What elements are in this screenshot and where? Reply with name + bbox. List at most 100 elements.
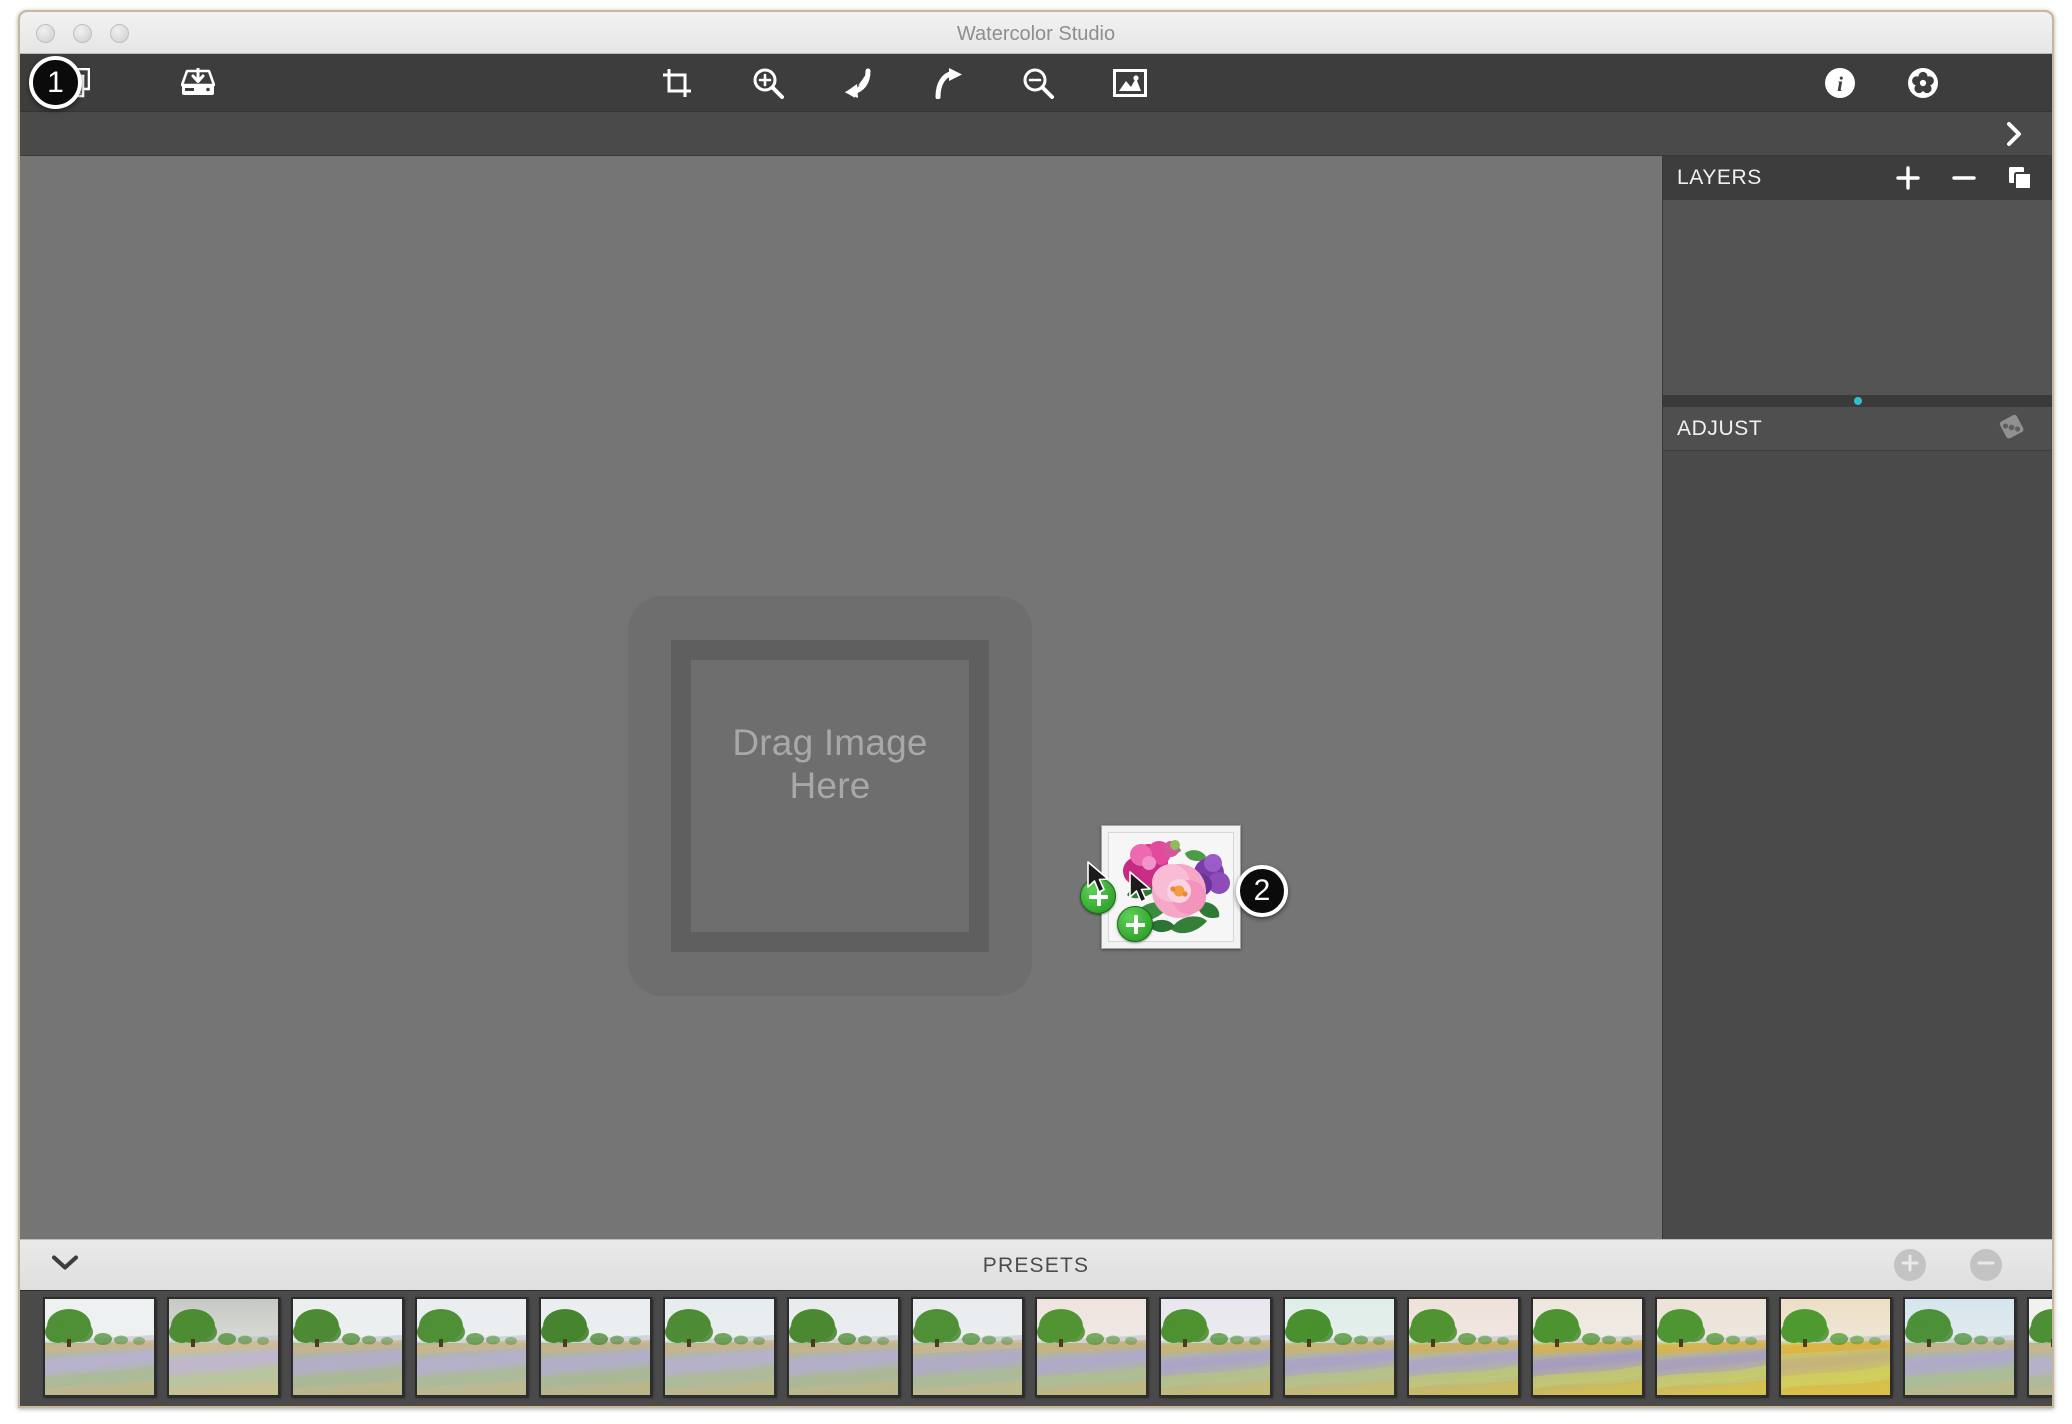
dragged-image-thumbnail[interactable] bbox=[1080, 825, 1241, 949]
preset-thumbnail[interactable] bbox=[167, 1297, 280, 1397]
drag-add-badge-secondary bbox=[1117, 906, 1153, 942]
layers-panel-header: LAYERS bbox=[1663, 156, 2052, 200]
preset-item[interactable]: 10 Color Wash bbox=[1030, 1297, 1153, 1406]
preset-item[interactable]: 06 Portrait Outline bbox=[534, 1297, 657, 1406]
presets-strip[interactable]: 02 Fluid Landscape03 Little Stormy04 Gre… bbox=[20, 1291, 2052, 1406]
presets-panel-header: PRESETS bbox=[20, 1239, 2052, 1291]
preset-thumbnail[interactable] bbox=[1407, 1297, 1520, 1397]
expand-panel-chevron-right-icon[interactable] bbox=[2002, 121, 2028, 147]
preset-label: 02 Fluid Landscape bbox=[38, 1403, 161, 1406]
preset-label: 17 Tropical Mist bbox=[1898, 1403, 2021, 1406]
presets-list: 02 Fluid Landscape03 Little Stormy04 Gre… bbox=[38, 1297, 2052, 1406]
zoom-out-button[interactable] bbox=[1015, 60, 1061, 106]
preset-thumbnail[interactable] bbox=[2027, 1297, 2052, 1397]
drop-zone[interactable]: Drag Image Here bbox=[628, 596, 1032, 996]
drop-zone-label: Drag Image Here bbox=[628, 722, 1032, 808]
fit-image-button[interactable] bbox=[1107, 60, 1153, 106]
preset-label: 16 Color Wash bbox=[1774, 1403, 1897, 1406]
remove-preset-button[interactable] bbox=[1970, 1249, 2002, 1281]
duplicate-layer-button[interactable] bbox=[2006, 164, 2034, 192]
layers-list[interactable] bbox=[1663, 200, 2052, 395]
preset-thumbnail[interactable] bbox=[663, 1297, 776, 1397]
workspace: Drag Image Here 2 LAYERS ADJUST bbox=[20, 156, 2052, 1239]
preset-label: 14 Color Wash bbox=[1526, 1403, 1649, 1406]
plus-icon bbox=[1896, 166, 1920, 190]
zoom-in-button[interactable] bbox=[745, 60, 791, 106]
preset-item[interactable]: 13 Color Wash bbox=[1402, 1297, 1525, 1406]
preset-item[interactable]: 16 Color Wash bbox=[1774, 1297, 1897, 1406]
crop-icon bbox=[662, 68, 692, 98]
preset-item[interactable]: 02 Fluid Landscape bbox=[38, 1297, 161, 1406]
save-image-button[interactable] bbox=[175, 60, 221, 106]
preset-thumbnail[interactable] bbox=[1655, 1297, 1768, 1397]
preset-thumbnail[interactable] bbox=[291, 1297, 404, 1397]
secondary-toolbar bbox=[20, 112, 2052, 156]
step-badge-2-label: 2 bbox=[1253, 874, 1271, 907]
preset-item[interactable]: 07 Liquid Vignette bbox=[658, 1297, 781, 1406]
preset-thumbnail[interactable] bbox=[1903, 1297, 2016, 1397]
step-badge-2: 2 bbox=[1236, 865, 1288, 917]
picture-frame-icon bbox=[1113, 68, 1147, 97]
plus-circle-icon bbox=[1900, 1253, 1920, 1278]
preset-label: 05 Pretty Portrait bbox=[410, 1403, 533, 1406]
preset-thumbnail[interactable] bbox=[1779, 1297, 1892, 1397]
preset-item[interactable]: 04 Grey Day bbox=[286, 1297, 409, 1406]
undo-button[interactable] bbox=[835, 60, 881, 106]
preset-item[interactable]: 05 Pretty Portrait bbox=[410, 1297, 533, 1406]
preset-label: 13 Color Wash bbox=[1402, 1403, 1525, 1406]
preset-item[interactable]: 12 Color Wash bbox=[1278, 1297, 1401, 1406]
preset-label: 03 Little Stormy bbox=[162, 1403, 285, 1406]
preset-label: 11 Color Wash bbox=[1154, 1403, 1277, 1406]
presets-panel-title: PRESETS bbox=[982, 1254, 1090, 1277]
mouse-cursor-icon bbox=[1128, 871, 1154, 910]
preset-item[interactable]: 09 Artistic Scene bbox=[906, 1297, 1029, 1406]
layers-panel-title: LAYERS bbox=[1677, 166, 1762, 189]
adjust-controls[interactable] bbox=[1663, 451, 2052, 1239]
preset-thumbnail[interactable] bbox=[43, 1297, 156, 1397]
drop-zone-label-line2: Here bbox=[789, 764, 871, 806]
image-canvas[interactable]: Drag Image Here 2 bbox=[20, 156, 1666, 1239]
preset-item[interactable]: 17 Tropical Mist bbox=[1898, 1297, 2021, 1406]
layers-panel-resize-handle[interactable] bbox=[1663, 395, 2052, 407]
layers-panel-actions bbox=[1894, 156, 2034, 200]
preset-label: 15 Color Wash bbox=[1650, 1403, 1773, 1406]
preset-item[interactable]: 08 Portrait Vignette bbox=[782, 1297, 905, 1406]
preset-thumbnail[interactable] bbox=[911, 1297, 1024, 1397]
preset-label: 10 Color Wash bbox=[1030, 1403, 1153, 1406]
preset-label: 04 Grey Day bbox=[286, 1403, 409, 1406]
preset-item[interactable]: 18 Wishin bbox=[2022, 1297, 2052, 1406]
preset-thumbnail[interactable] bbox=[1159, 1297, 1272, 1397]
preset-thumbnail[interactable] bbox=[787, 1297, 900, 1397]
info-button[interactable]: i bbox=[1817, 60, 1863, 106]
magnifier-plus-icon bbox=[752, 67, 784, 99]
adjust-panel-title: ADJUST bbox=[1677, 416, 1763, 440]
preset-item[interactable]: 15 Color Wash bbox=[1650, 1297, 1773, 1406]
preset-item[interactable]: 14 Color Wash bbox=[1526, 1297, 1649, 1406]
add-preset-button[interactable] bbox=[1894, 1249, 1926, 1281]
resize-handle-dot-icon bbox=[1853, 397, 1862, 405]
adjust-panel-header: ADJUST bbox=[1663, 407, 2052, 451]
preset-item[interactable]: 03 Little Stormy bbox=[162, 1297, 285, 1406]
svg-text:i: i bbox=[1837, 72, 1843, 96]
adjust-diamond-icon[interactable] bbox=[1996, 411, 2026, 446]
add-layer-button[interactable] bbox=[1894, 164, 1922, 192]
preset-thumbnail[interactable] bbox=[415, 1297, 528, 1397]
preset-thumbnail[interactable] bbox=[539, 1297, 652, 1397]
drop-zone-label-line1: Drag Image bbox=[732, 722, 928, 763]
effects-button[interactable] bbox=[1900, 60, 1946, 106]
redo-arrow-icon bbox=[932, 67, 964, 99]
preset-thumbnail[interactable] bbox=[1035, 1297, 1148, 1397]
preset-label: 07 Liquid Vignette bbox=[658, 1403, 781, 1406]
undo-arrow-icon bbox=[842, 67, 874, 99]
preset-thumbnail[interactable] bbox=[1283, 1297, 1396, 1397]
redo-button[interactable] bbox=[925, 60, 971, 106]
preset-thumbnail[interactable] bbox=[1531, 1297, 1644, 1397]
remove-layer-button[interactable] bbox=[1950, 164, 1978, 192]
crop-button[interactable] bbox=[654, 60, 700, 106]
preset-item[interactable]: 11 Color Wash bbox=[1154, 1297, 1277, 1406]
magnifier-minus-icon bbox=[1022, 67, 1054, 99]
mouse-cursor-ghost-icon bbox=[1086, 861, 1112, 900]
main-toolbar: i bbox=[20, 54, 2052, 112]
right-sidebar: LAYERS ADJUST bbox=[1662, 156, 2052, 1239]
preset-label: 09 Artistic Scene bbox=[906, 1403, 1029, 1406]
